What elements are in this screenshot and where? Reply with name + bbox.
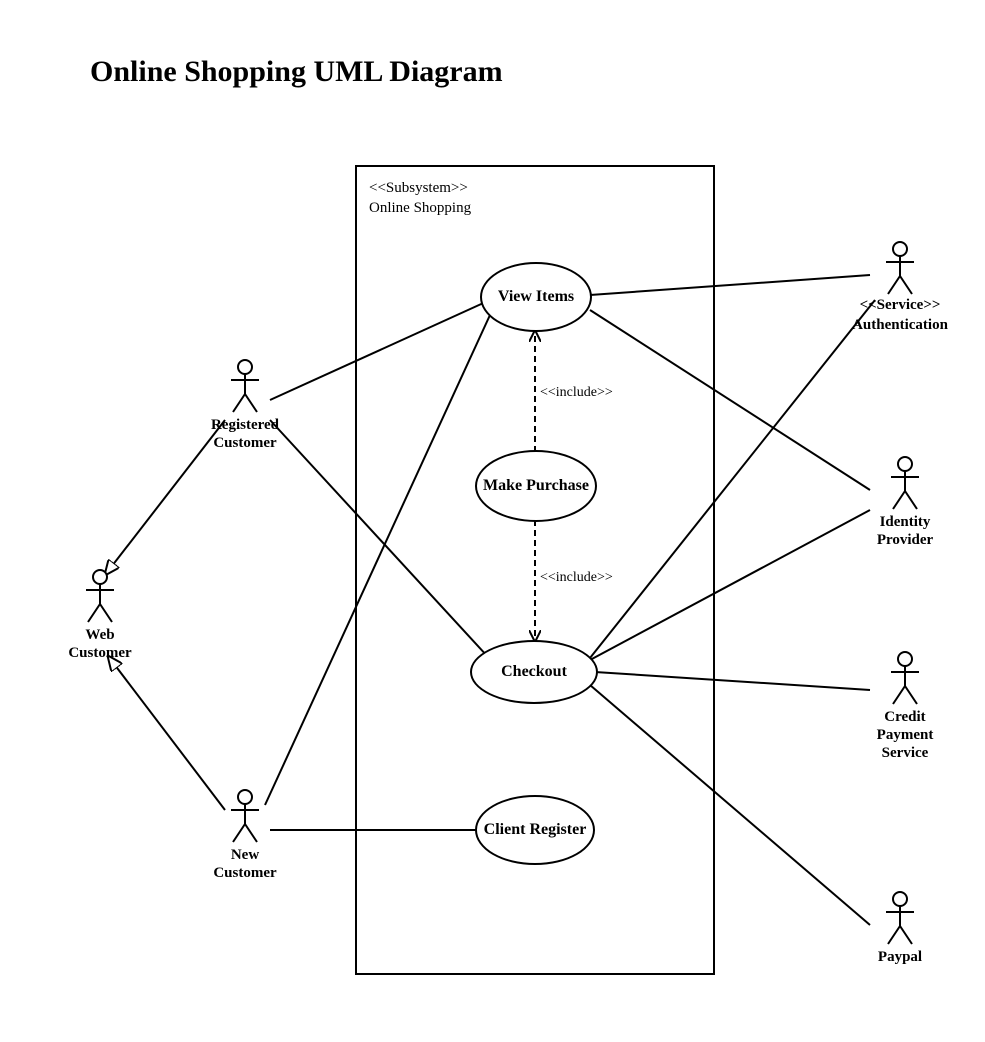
stick-figure-icon: [882, 240, 918, 296]
stick-figure-icon: [887, 650, 923, 706]
include-label-2: <<include>>: [540, 570, 613, 586]
edge-viewitems-auth: [590, 275, 870, 295]
edge-new-viewitems: [265, 315, 490, 805]
usecase-client-register: Client Register: [475, 795, 595, 865]
actor-paypal-label: Paypal: [855, 948, 945, 966]
diagram-canvas: Online Shopping UML Diagram: [0, 0, 985, 1042]
stick-figure-icon: [82, 568, 118, 624]
stick-figure-icon: [882, 890, 918, 946]
usecase-view-items: View Items: [480, 262, 592, 332]
edge-viewitems-identity: [590, 310, 870, 490]
edge-checkout-paypal: [590, 685, 870, 925]
usecase-make-purchase: Make Purchase: [475, 450, 597, 522]
actor-identity-provider: IdentityProvider: [855, 455, 955, 549]
actor-new-customer-label: NewCustomer: [200, 846, 290, 882]
actor-authentication-stereo: <<Service>>: [835, 296, 965, 314]
actor-paypal: Paypal: [855, 890, 945, 966]
edge-checkout-credit: [595, 672, 870, 690]
actor-new-customer: NewCustomer: [200, 788, 290, 882]
actor-authentication-label: Authentication: [835, 316, 965, 334]
actor-web-customer-label: Web Customer: [55, 626, 145, 662]
edge-checkout-auth: [590, 300, 875, 658]
actor-credit-payment-label: CreditPaymentService: [855, 708, 955, 762]
actor-registered-customer: RegisteredCustomer: [195, 358, 295, 452]
actor-web-customer: Web Customer: [55, 568, 145, 662]
usecase-checkout: Checkout: [470, 640, 598, 704]
usecase-view-items-label: View Items: [498, 288, 574, 306]
actor-authentication: <<Service>> Authentication: [835, 240, 965, 334]
usecase-client-register-label: Client Register: [484, 821, 587, 839]
edge-checkout-identity: [590, 510, 870, 660]
actor-identity-provider-label: IdentityProvider: [855, 513, 955, 549]
include-label-1: <<include>>: [540, 385, 613, 401]
usecase-make-purchase-label: Make Purchase: [483, 477, 589, 495]
actor-registered-customer-label: RegisteredCustomer: [195, 416, 295, 452]
stick-figure-icon: [227, 788, 263, 844]
stick-figure-icon: [887, 455, 923, 511]
actor-credit-payment: CreditPaymentService: [855, 650, 955, 762]
usecase-checkout-label: Checkout: [501, 663, 567, 681]
edge-new-to-web: [108, 656, 225, 810]
connections-layer: [0, 0, 985, 1042]
stick-figure-icon: [227, 358, 263, 414]
